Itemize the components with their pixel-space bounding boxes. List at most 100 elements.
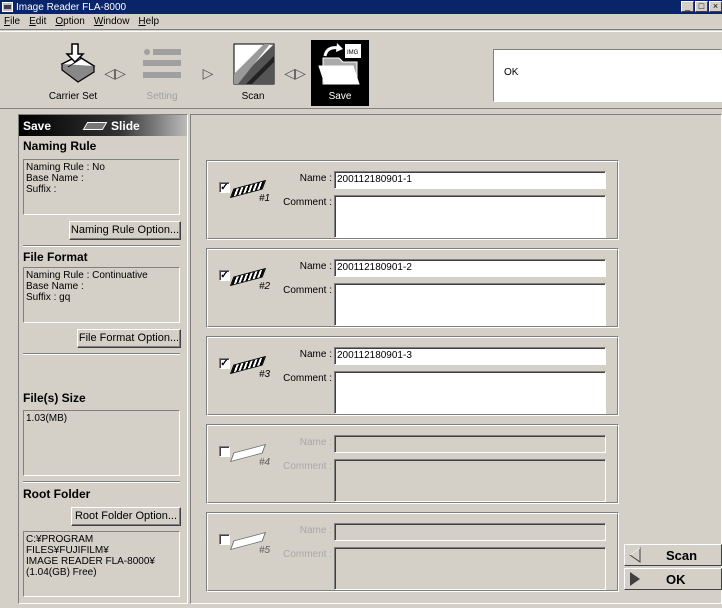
title-bar: Image Reader FLA-8000 _ □ × — [0, 0, 722, 14]
toolbar: Carrier Set ◁▷ Setting ▷ Scan ◁▷ IMG Sav… — [0, 31, 722, 109]
entry-checkbox[interactable]: ✓ — [219, 270, 230, 281]
slide-number: #5 — [259, 545, 271, 556]
comment-label: Comment : — [283, 197, 332, 208]
naming-rule-title: Naming Rule — [23, 139, 97, 153]
panel-header: Save Slide — [19, 115, 187, 136]
slide-mode: Slide — [82, 118, 140, 133]
root-folder-title: Root Folder — [23, 487, 91, 501]
slide-entry-5: #5 Name : Comment : — [206, 512, 619, 592]
carrier-set-button[interactable]: Carrier Set — [40, 40, 106, 106]
name-label: Name : — [299, 349, 332, 360]
entry-checkbox[interactable] — [219, 534, 230, 545]
suffix-line: Suffix : — [26, 184, 57, 195]
arrow-right-icon: ▷ — [202, 64, 214, 81]
root-folder-path: C:¥PROGRAM FILES¥FUJIFILM¥ IMAGE READER … — [23, 531, 180, 597]
scan-button[interactable]: Scan — [224, 40, 282, 106]
arrow-both-icon: ◁▷ — [284, 64, 306, 81]
comment-label: Comment : — [283, 285, 332, 296]
close-button[interactable]: × — [709, 1, 722, 12]
window-controls: _ □ × — [680, 1, 722, 12]
arrow-left-icon — [628, 545, 642, 565]
comment-field[interactable] — [334, 547, 606, 590]
slide-entry-3: ✓ #3 Name : 200112180901-3 Comment : — [206, 336, 619, 416]
name-label: Name : — [299, 437, 332, 448]
name-label: Name : — [299, 173, 332, 184]
minimize-button[interactable]: _ — [681, 1, 694, 12]
menu-bar: File Edit Option Window Help — [0, 14, 722, 30]
menu-option[interactable]: Option — [55, 16, 84, 27]
entry-checkbox[interactable]: ✓ — [219, 182, 230, 193]
file-size-title: File(s) Size — [23, 391, 86, 405]
name-field[interactable]: 200112180901-3 — [334, 347, 606, 365]
name-field[interactable]: 200112180901-2 — [334, 259, 606, 277]
app-icon — [2, 2, 13, 12]
scan-label: Scan — [241, 91, 265, 102]
back-scan-button[interactable]: Scan — [624, 544, 722, 566]
comment-field[interactable] — [334, 283, 606, 326]
slide-entry-1: ✓ #1 Name : 200112180901-1 Comment : — [206, 160, 619, 240]
comment-label: Comment : — [283, 549, 332, 560]
window-title: Image Reader FLA-8000 — [16, 1, 127, 13]
suffix-line: Suffix : gq — [26, 292, 71, 303]
slide-icon — [82, 121, 108, 130]
scan-icon — [228, 40, 278, 88]
next-label: OK — [666, 571, 686, 587]
name-label: Name : — [299, 525, 332, 536]
slide-number: #3 — [259, 369, 271, 380]
arrow-right-icon — [628, 569, 642, 589]
save-label: Save — [328, 91, 352, 102]
menu-edit[interactable]: Edit — [29, 16, 46, 27]
base-name-line: Base Name : — [26, 173, 84, 184]
naming-rule-info: Naming Rule : No Base Name : Suffix : — [23, 159, 180, 215]
comment-field[interactable] — [334, 459, 606, 502]
entry-checkbox[interactable] — [219, 446, 230, 457]
maximize-button[interactable]: □ — [695, 1, 708, 12]
root-folder-line: C:¥PROGRAM FILES¥FUJIFILM¥ — [26, 534, 109, 556]
root-folder-option-button[interactable]: Root Folder Option... — [71, 507, 181, 526]
root-folder-free-space: (1.04(GB) Free) — [26, 567, 97, 578]
slide-number: #1 — [259, 193, 271, 204]
divider — [23, 353, 180, 355]
next-ok-button[interactable]: OK — [624, 568, 722, 590]
setting-icon — [137, 40, 187, 88]
slide-number: #4 — [259, 457, 271, 468]
setting-button[interactable]: Setting — [134, 40, 190, 106]
naming-rule-line: Naming Rule : Continuative — [26, 270, 148, 281]
panel-title: Save — [23, 118, 52, 133]
file-format-option-button[interactable]: File Format Option... — [77, 329, 181, 348]
setting-label: Setting — [146, 91, 178, 102]
menu-window[interactable]: Window — [94, 16, 130, 27]
save-button[interactable]: IMG Save — [311, 40, 369, 106]
file-size-value: 1.03(MB) — [26, 413, 68, 424]
menu-file[interactable]: File — [4, 16, 20, 27]
carrier-set-icon — [48, 40, 98, 88]
file-format-info: Naming Rule : Continuative Base Name : S… — [23, 267, 180, 323]
slide-entry-2: ✓ #2 Name : 200112180901-2 Comment : — [206, 248, 619, 328]
file-size-box: 1.03(MB) — [23, 410, 180, 476]
status-box: OK — [493, 49, 722, 102]
save-panel: Save Slide Naming Rule Naming Rule : No … — [18, 114, 188, 604]
name-field[interactable] — [334, 435, 606, 453]
base-name-line: Base Name : — [26, 281, 84, 292]
svg-text:IMG: IMG — [347, 50, 359, 56]
name-field[interactable]: 200112180901-1 — [334, 171, 606, 189]
file-format-title: File Format — [23, 250, 88, 264]
carrier-set-label: Carrier Set — [48, 91, 98, 102]
slide-entry-4: #4 Name : Comment : — [206, 424, 619, 504]
save-icon: IMG — [315, 40, 365, 88]
arrow-both-icon: ◁▷ — [104, 64, 126, 81]
comment-field[interactable] — [334, 195, 606, 238]
name-label: Name : — [299, 261, 332, 272]
slide-number: #2 — [259, 281, 271, 292]
root-folder-line: IMAGE READER FLA-8000¥ — [26, 556, 155, 567]
slide-label: Slide — [111, 118, 140, 133]
divider — [23, 245, 180, 247]
divider — [23, 481, 180, 483]
name-field[interactable] — [334, 523, 606, 541]
comment-field[interactable] — [334, 371, 606, 414]
naming-rule-option-button[interactable]: Naming Rule Option... — [69, 221, 181, 240]
menu-help[interactable]: Help — [138, 16, 159, 27]
entry-checkbox[interactable]: ✓ — [219, 358, 230, 369]
naming-rule-line: Naming Rule : No — [26, 162, 105, 173]
back-label: Scan — [666, 547, 698, 563]
